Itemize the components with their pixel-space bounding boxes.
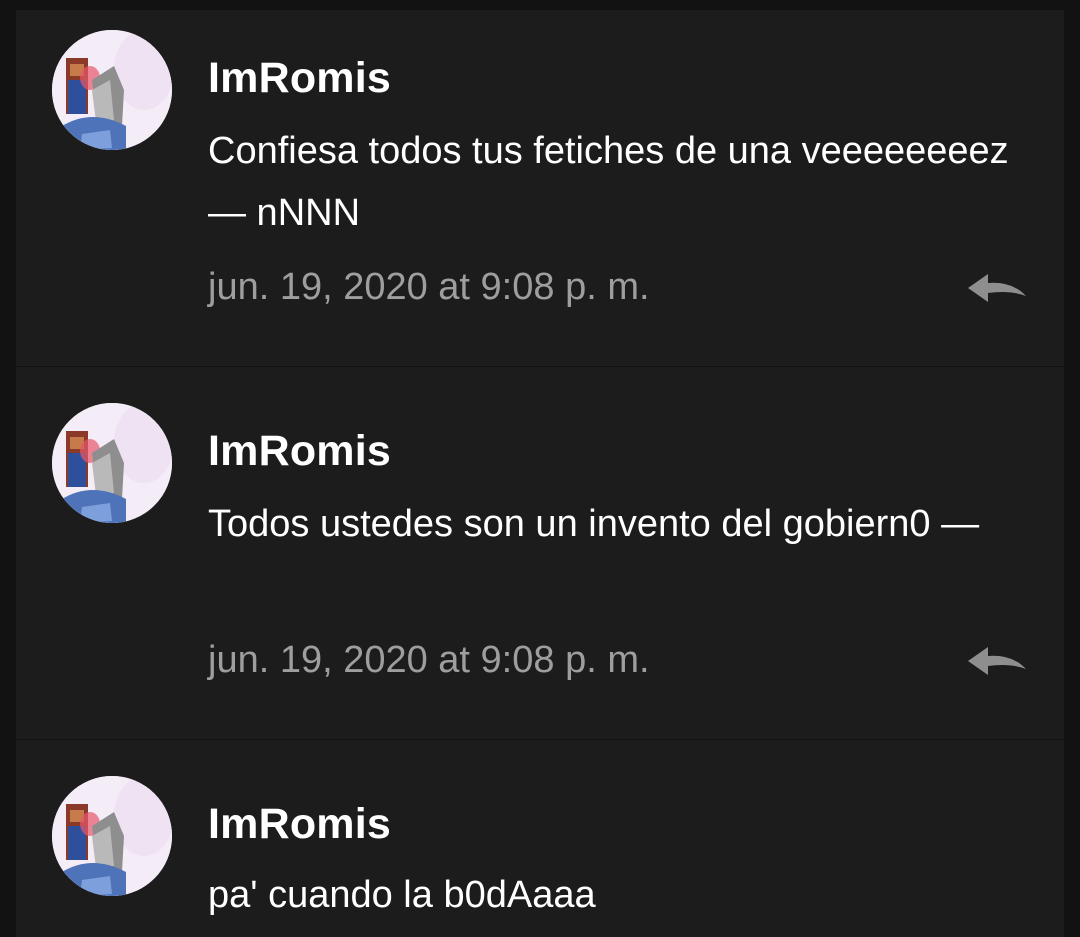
username[interactable]: ImRomis (208, 800, 391, 849)
comment-text: Todos ustedes son un invento del gobiern… (208, 503, 980, 545)
avatar-image (52, 30, 172, 150)
reply-button[interactable] (964, 641, 1028, 681)
reply-arrow-icon (968, 647, 1026, 675)
user-avatar[interactable] (52, 776, 172, 896)
comments-page: ImRomis Confiesa todos tus fetiches de u… (0, 0, 1080, 937)
username[interactable]: ImRomis (208, 427, 391, 476)
reply-button[interactable] (964, 268, 1028, 308)
comment-text: Confiesa todos tus fetiches de una veeee… (208, 130, 1009, 234)
user-avatar[interactable] (52, 403, 172, 523)
username[interactable]: ImRomis (208, 54, 391, 103)
comment-card: ImRomis Todos ustedes son un invento del… (16, 367, 1064, 739)
comment-timestamp: jun. 19, 2020 at 9:08 p. m. (208, 639, 650, 681)
avatar-image (52, 403, 172, 523)
comment-card: ImRomis pa' cuando la b0dAaaa (16, 740, 1064, 937)
comment-card: ImRomis Confiesa todos tus fetiches de u… (16, 10, 1064, 366)
avatar-image (52, 776, 172, 896)
comment-text: pa' cuando la b0dAaaa (208, 874, 596, 916)
reply-arrow-icon (968, 274, 1026, 302)
comment-timestamp: jun. 19, 2020 at 9:08 p. m. (208, 266, 650, 308)
user-avatar[interactable] (52, 30, 172, 150)
